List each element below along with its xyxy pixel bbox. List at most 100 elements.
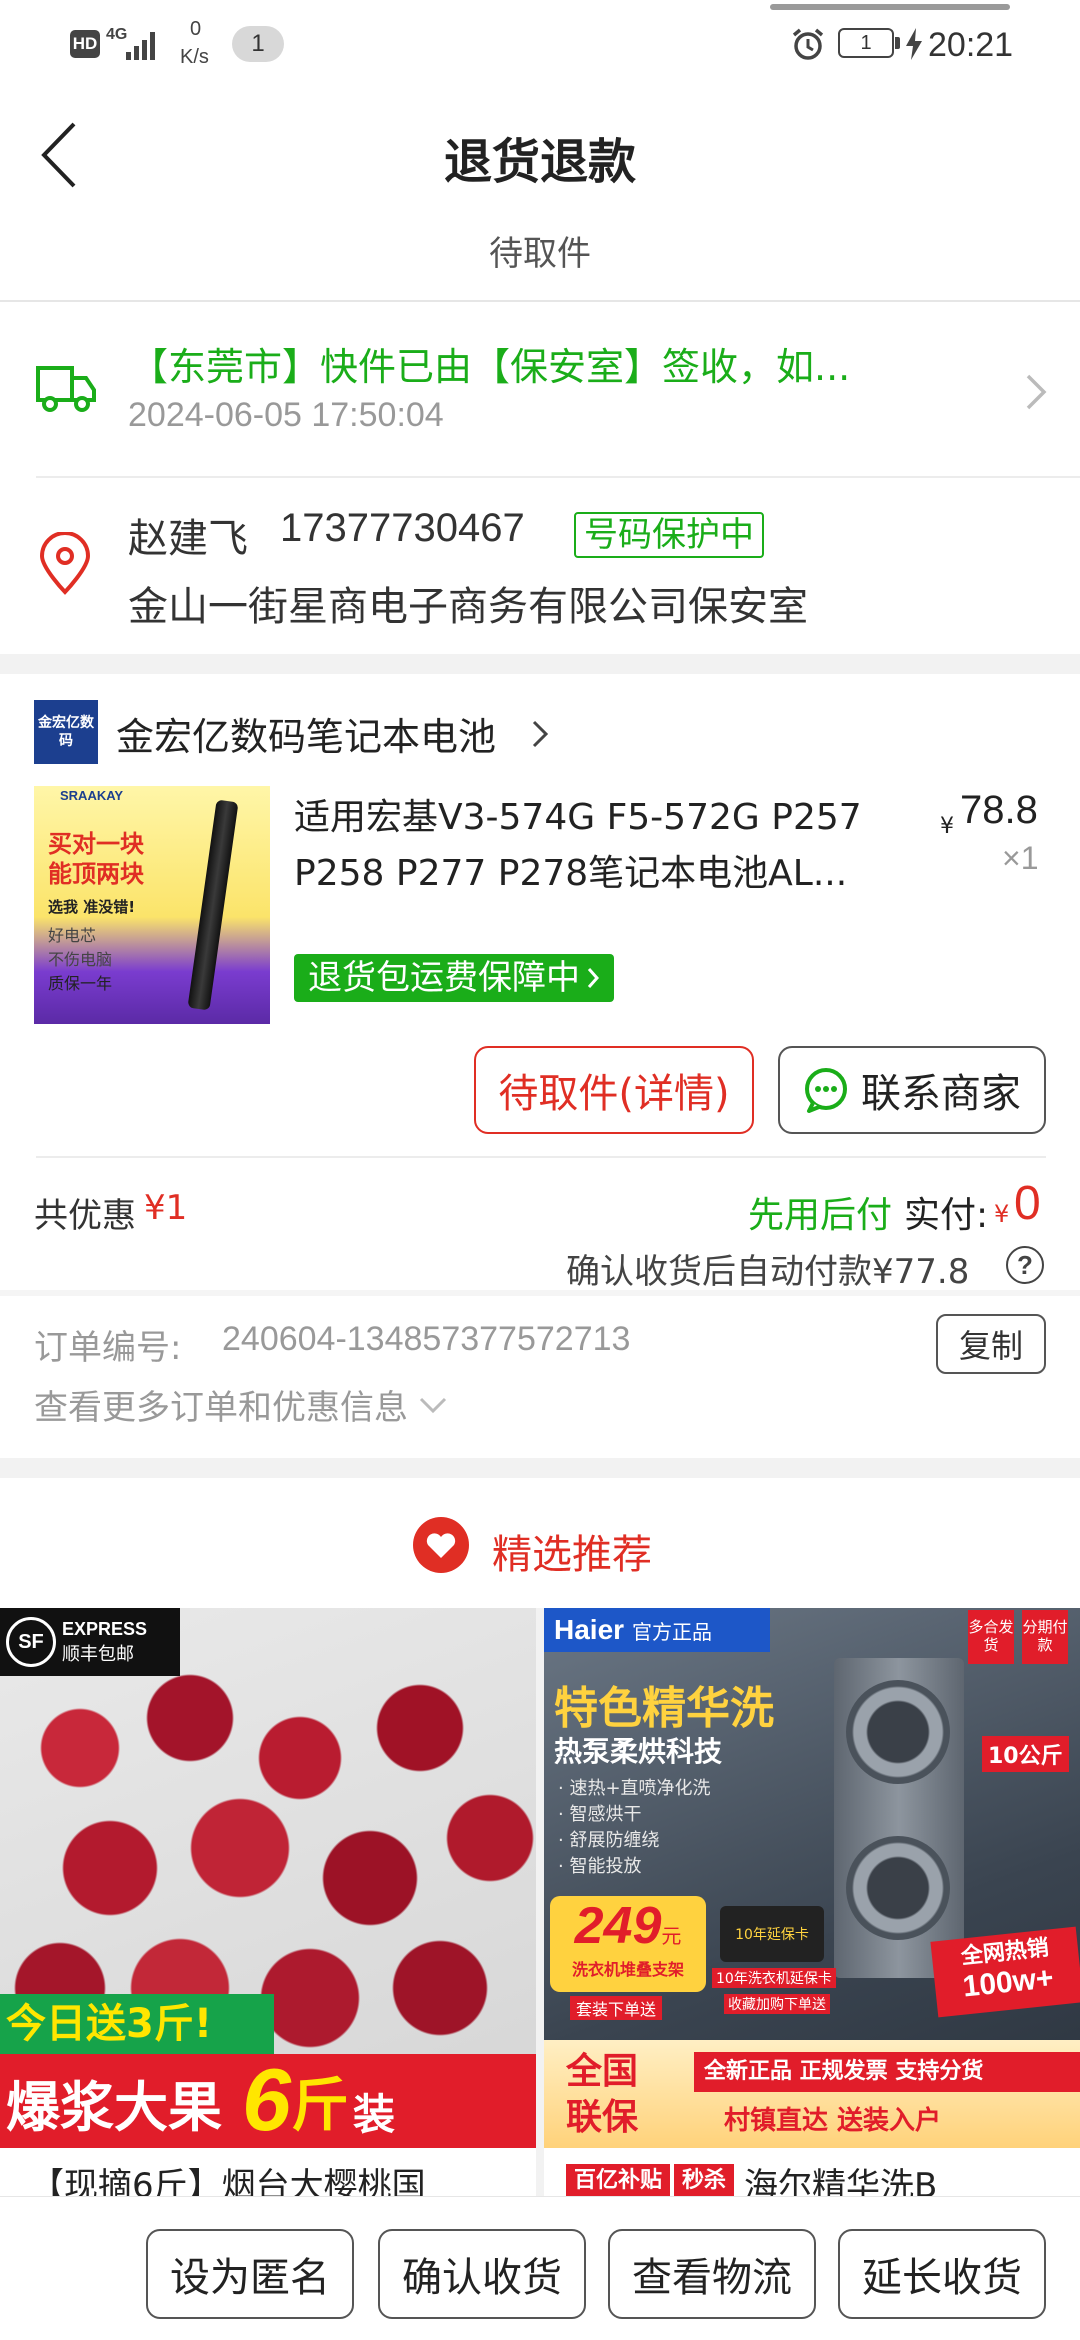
- haier-brand-bar: Haier 官方正品: [544, 1608, 770, 1652]
- location-pin-icon: [39, 532, 91, 595]
- card-divider: [0, 1290, 1080, 1296]
- paid-currency: ¥: [994, 1200, 1010, 1228]
- recommend-item-haier[interactable]: Haier 官方正品 多合发货 分期付款 特色精华洗 热泵柔烘科技 · 速热+直…: [544, 1608, 1080, 2196]
- order-product-card: 金宏亿数码 金宏亿数码笔记本电池 SRAAKAY 买对一块 能顶两块 选我 准没…: [0, 674, 1080, 1292]
- battery-icon: 1: [838, 28, 894, 58]
- cherry-promo-banner-bottom: 爆浆大果 6 斤 装: [0, 2054, 536, 2148]
- page-header: 退货退款 待取件: [0, 92, 1080, 300]
- washer-door: [846, 1680, 950, 1784]
- order-info-section: 订单编号: 240604-134857377572713 复制 查看更多订单和优…: [0, 1290, 1080, 1458]
- haier-tag: 多合发货: [968, 1610, 1014, 1664]
- pickup-detail-button[interactable]: 待取件(详情): [474, 1046, 754, 1134]
- haier-red-tag: 百亿补贴: [566, 2164, 671, 2196]
- product-price-currency: ¥: [940, 814, 954, 839]
- network-speed-value: 0: [190, 18, 202, 40]
- logistics-message: 【东莞市】快件已由【保安室】签收，如...: [130, 345, 851, 389]
- clock: 20:21: [928, 26, 1014, 64]
- recipient-name: 赵建飞: [128, 516, 248, 562]
- haier-subheadline: 热泵柔烘科技: [554, 1735, 723, 1768]
- chevron-right-icon: [1026, 374, 1047, 410]
- confirm-receipt-button[interactable]: 确认收货: [378, 2229, 586, 2319]
- product-image-text: 不伤电脑: [48, 950, 113, 969]
- haier-price-unit: 元: [661, 1924, 682, 1948]
- auto-pay-note: 确认收货后自动付款¥77.8: [566, 1252, 970, 1292]
- product-title[interactable]: 适用宏基V3-574G F5-572G P257 P258 P277 P278笔…: [294, 790, 924, 906]
- truck-icon: [36, 366, 96, 412]
- recipient-address: 金山一街星商电子商务有限公司保安室: [128, 584, 808, 630]
- haier-strip-text: 村镇直达 送装入户: [724, 2106, 942, 2136]
- product-image-text: 好电芯: [48, 926, 97, 945]
- more-order-info-label: 查看更多订单和优惠信息: [34, 1388, 408, 1428]
- logistics-time: 2024-06-05 17:50:04: [128, 396, 444, 434]
- product-image-brand: SRAAKAY: [60, 788, 124, 803]
- more-order-info-link[interactable]: 查看更多订单和优惠信息: [34, 1380, 448, 1429]
- pay-later-label: 先用后付: [748, 1195, 893, 1236]
- haier-price-note-2: 套装下单送: [570, 1996, 663, 2020]
- haier-tag: 分期付款: [1022, 1610, 1068, 1664]
- haier-red-tag: 秒杀: [674, 2164, 735, 2196]
- product-image[interactable]: SRAAKAY 买对一块 能顶两块 选我 准没错! 好电芯 不伤电脑 质保一年: [34, 786, 270, 1024]
- cherry-promo-number: 6: [242, 2050, 291, 2149]
- haier-guarantee-label: 联保: [566, 2097, 639, 2138]
- product-quantity: ×1: [1002, 840, 1039, 876]
- haier-warranty-note-2: 收藏加购下单送: [724, 1994, 830, 2014]
- cherry-promo-unit: 斤: [290, 2071, 349, 2139]
- sf-express-badge: SF EXPRESS 顺丰包邮: [0, 1608, 180, 1676]
- alarm-icon: [792, 28, 824, 60]
- chevron-down-icon: [419, 1397, 447, 1413]
- washer-door: [846, 1836, 950, 1940]
- haier-feature: · 舒展防缠绕: [558, 1830, 660, 1851]
- order-id-value: 240604-134857377572713: [222, 1320, 631, 1358]
- cherry-promo-text: 爆浆大果: [6, 2076, 222, 2139]
- help-icon[interactable]: ?: [1006, 1246, 1044, 1284]
- haier-weight-label: 10公斤: [982, 1736, 1069, 1772]
- product-image-text: 选我 准没错!: [48, 898, 136, 916]
- notification-count-badge: 1: [232, 26, 284, 62]
- product-price: 78.8: [960, 788, 1038, 832]
- order-id-label: 订单编号:: [34, 1328, 182, 1368]
- heart-icon: [413, 1517, 469, 1573]
- chat-bubble-icon: [805, 1068, 847, 1113]
- contact-seller-label: 联系商家: [861, 1071, 1021, 1117]
- haier-warranty-note: 10年洗衣机延保卡: [712, 1968, 836, 1988]
- haier-hot-sale: 全网热销 100w+: [930, 1926, 1080, 2018]
- logistics-address-card: 【东莞市】快件已由【保安室】签收，如... 2024-06-05 17:50:0…: [0, 302, 1080, 654]
- guarantee-label: 退货包运费保障中: [308, 958, 580, 998]
- haier-price-bubble: 249元 洗衣机堆叠支架: [550, 1896, 706, 1992]
- copy-order-id-button[interactable]: 复制: [936, 1314, 1046, 1374]
- logistics-row[interactable]: 【东莞市】快件已由【保安室】签收，如... 2024-06-05 17:50:0…: [0, 302, 1080, 476]
- page-title: 退货退款: [443, 134, 636, 190]
- recommend-item-cherry[interactable]: SF EXPRESS 顺丰包邮 今日送3斤! 爆浆大果 6 斤 装 【现摘6斤】…: [0, 1608, 536, 2196]
- hd-icon: HD: [70, 30, 100, 58]
- haier-headline: 特色精华洗: [554, 1683, 774, 1734]
- haier-strip-text: 全新正品 正规发票 支持分货: [694, 2052, 1080, 2092]
- status-bar: HD 4G 0 K/s 1 1 20:21: [0, 0, 1080, 92]
- return-shipping-guarantee-badge[interactable]: 退货包运费保障中: [294, 954, 614, 1002]
- set-anonymous-button[interactable]: 设为匿名: [146, 2229, 354, 2319]
- recommend-item-caption: 【现摘6斤】烟台大樱桃国: [30, 2166, 426, 2196]
- haier-feature: · 速热+直喷净化洗: [558, 1778, 711, 1799]
- battery-graphic: [187, 799, 239, 1011]
- cherry-promo-banner-top: 今日送3斤!: [0, 1994, 274, 2054]
- shop-row[interactable]: 金宏亿数码 金宏亿数码笔记本电池: [0, 674, 1080, 786]
- page-subtitle: 待取件: [489, 234, 591, 274]
- charging-icon: [906, 28, 922, 60]
- phone-protect-badge: 号码保护中: [574, 512, 764, 558]
- paid-value: 0: [1014, 1177, 1041, 1230]
- status-gesture-line: [770, 4, 1010, 10]
- extend-receipt-button[interactable]: 延长收货: [838, 2229, 1046, 2319]
- view-logistics-button[interactable]: 查看物流: [608, 2229, 816, 2319]
- battery-cap: [895, 37, 900, 49]
- recipient-phone: 17377730467: [280, 506, 525, 550]
- paid-label: 实付:: [904, 1195, 989, 1236]
- chevron-right-icon: [532, 720, 549, 748]
- discount-value: ¥1: [144, 1188, 188, 1228]
- haier-feature: · 智感烘干: [558, 1804, 642, 1825]
- haier-price-note: 洗衣机堆叠支架: [571, 1960, 684, 1979]
- address-row: 赵建飞 17377730467 号码保护中 金山一街星商电子商务有限公司保安室: [0, 478, 1080, 654]
- product-image-text: 质保一年: [48, 974, 113, 993]
- contact-seller-button[interactable]: 联系商家: [778, 1046, 1046, 1134]
- sf-free-shipping: 顺丰包邮: [62, 1643, 134, 1665]
- haier-warranty-card: 10年延保卡: [720, 1906, 824, 1962]
- haier-guarantee-label: 全国: [566, 2051, 639, 2092]
